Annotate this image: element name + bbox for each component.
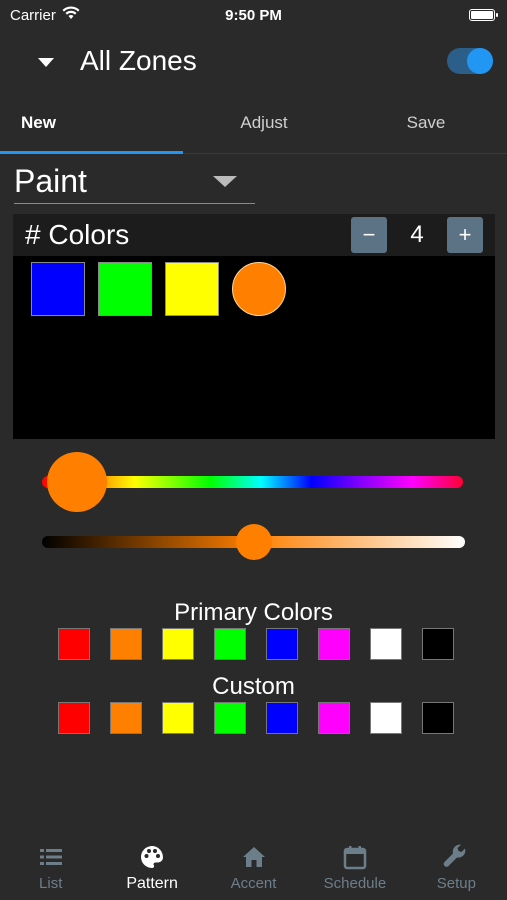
- calendar-icon: [342, 844, 368, 870]
- custom-color-swatch-3[interactable]: [162, 702, 194, 734]
- primary-color-swatch-8[interactable]: [422, 628, 454, 660]
- shade-slider-handle[interactable]: [236, 524, 272, 560]
- primary-color-swatch-5[interactable]: [266, 628, 298, 660]
- bottom-nav: List Pattern Accent Schedule Setup: [0, 832, 507, 900]
- custom-colors-title: Custom: [212, 673, 295, 700]
- color-swatch-2[interactable]: [98, 262, 152, 316]
- color-swatch-3[interactable]: [165, 262, 219, 316]
- colors-count-title: # Colors: [25, 219, 130, 250]
- toggle-knob: [467, 48, 493, 74]
- nav-accent-label: Accent: [230, 875, 277, 892]
- palette-icon: [139, 844, 165, 870]
- tab-bar: New Adjust Save: [0, 92, 507, 154]
- custom-color-swatch-7[interactable]: [370, 702, 402, 734]
- wifi-icon: [62, 6, 80, 24]
- mode-select[interactable]: Paint: [14, 160, 255, 204]
- primary-colors-title: Primary Colors: [174, 599, 333, 626]
- custom-color-swatch-8[interactable]: [422, 702, 454, 734]
- list-icon: [38, 844, 64, 870]
- colors-count-value: 4: [410, 221, 424, 248]
- primary-color-swatch-6[interactable]: [318, 628, 350, 660]
- mode-selected-label: Paint: [14, 163, 87, 199]
- primary-color-swatch-2[interactable]: [110, 628, 142, 660]
- status-bar: Carrier 9:50 PM: [0, 0, 507, 30]
- nav-schedule[interactable]: Schedule: [304, 832, 405, 900]
- zone-dropdown-caret-icon[interactable]: [38, 57, 54, 67]
- colors-panel: # Colors − 4 +: [13, 214, 495, 439]
- custom-color-swatch-6[interactable]: [318, 702, 350, 734]
- nav-list-label: List: [39, 875, 63, 892]
- nav-pattern-label: Pattern: [126, 875, 178, 892]
- colors-header: # Colors − 4 +: [13, 214, 495, 256]
- nav-schedule-label: Schedule: [323, 875, 387, 892]
- custom-colors-row: [58, 702, 454, 734]
- tab-adjust[interactable]: Adjust: [183, 92, 345, 153]
- nav-setup[interactable]: Setup: [406, 832, 507, 900]
- chevron-down-icon: [213, 176, 237, 187]
- nav-list[interactable]: List: [0, 832, 101, 900]
- custom-color-swatch-4[interactable]: [214, 702, 246, 734]
- selected-color-swatches: [13, 256, 495, 322]
- custom-color-swatch-2[interactable]: [110, 702, 142, 734]
- battery-icon: [469, 9, 498, 21]
- nav-pattern[interactable]: Pattern: [101, 832, 202, 900]
- custom-color-swatch-1[interactable]: [58, 702, 90, 734]
- nav-setup-label: Setup: [436, 875, 476, 892]
- color-swatch-4-selected[interactable]: [232, 262, 286, 316]
- increment-colors-button[interactable]: +: [447, 217, 483, 253]
- primary-color-swatch-3[interactable]: [162, 628, 194, 660]
- power-toggle[interactable]: [447, 48, 493, 74]
- home-icon: [241, 844, 267, 870]
- primary-color-swatch-7[interactable]: [370, 628, 402, 660]
- nav-accent[interactable]: Accent: [203, 832, 304, 900]
- tab-new[interactable]: New: [0, 92, 183, 154]
- color-swatch-1[interactable]: [31, 262, 85, 316]
- carrier-label: Carrier: [10, 6, 56, 24]
- hue-slider-handle[interactable]: [47, 452, 107, 512]
- tab-save[interactable]: Save: [345, 92, 507, 153]
- custom-color-swatch-5[interactable]: [266, 702, 298, 734]
- wrench-icon: [443, 844, 469, 870]
- zone-header: All Zones: [0, 30, 507, 92]
- decrement-colors-button[interactable]: −: [351, 217, 387, 253]
- primary-color-swatch-4[interactable]: [214, 628, 246, 660]
- zone-title[interactable]: All Zones: [80, 45, 447, 77]
- status-left: Carrier: [10, 6, 80, 24]
- primary-color-swatch-1[interactable]: [58, 628, 90, 660]
- primary-colors-row: [58, 628, 454, 660]
